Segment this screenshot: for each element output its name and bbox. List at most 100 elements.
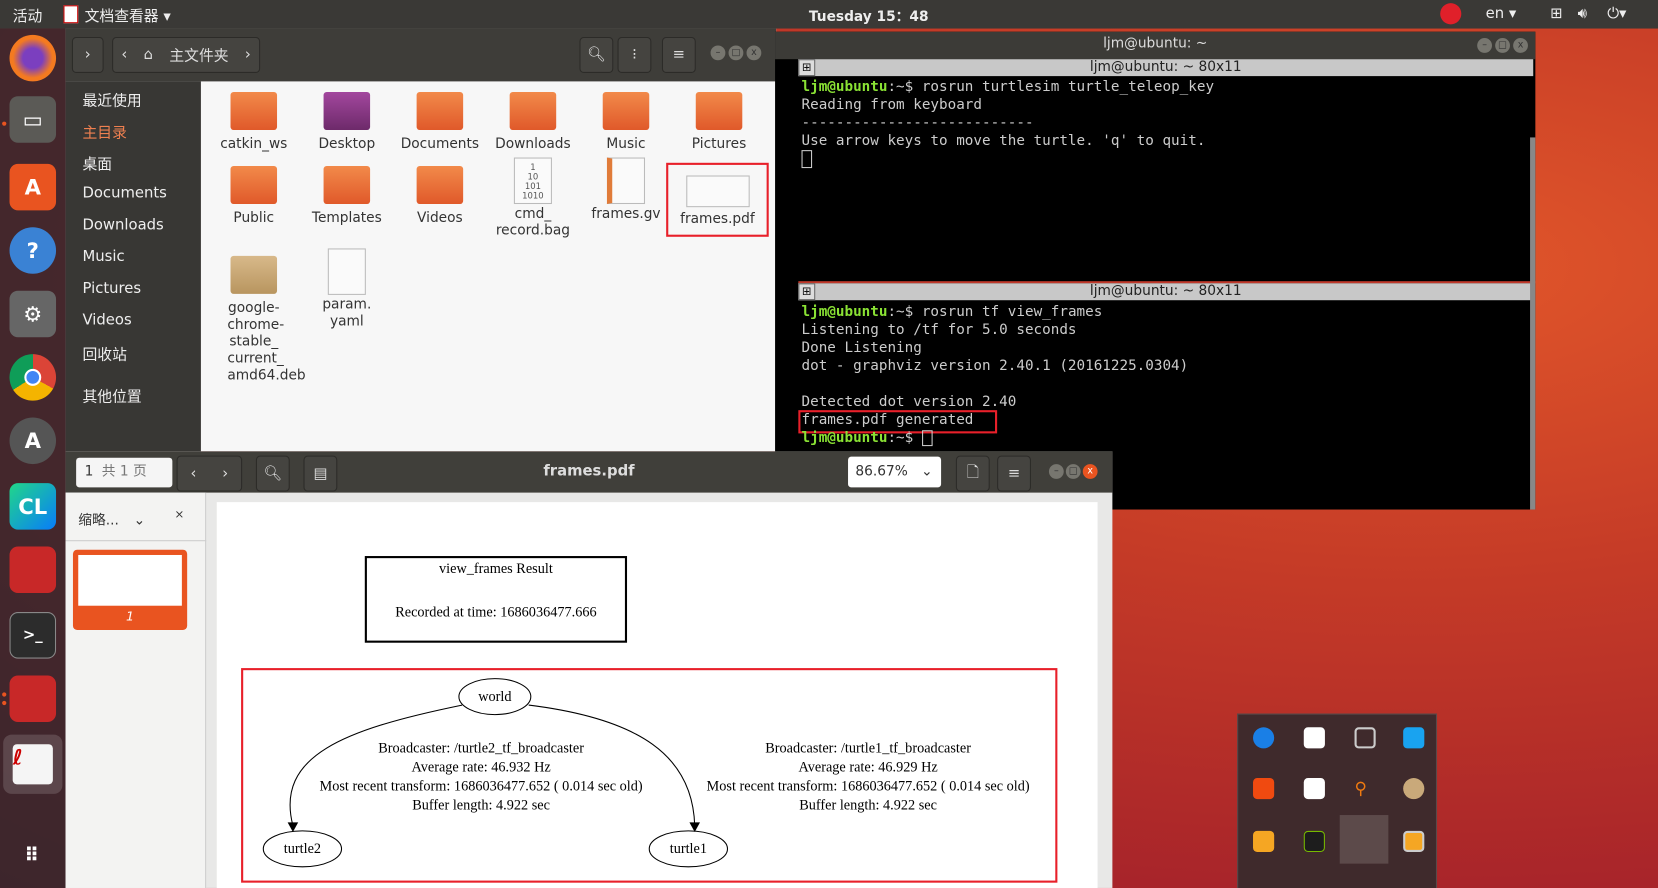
clock[interactable]: Tuesday 15：48 xyxy=(809,5,929,26)
screen-share-icon[interactable] xyxy=(1354,727,1376,749)
file-item[interactable]: google- chrome- stable_ current_ amd64.d… xyxy=(211,255,306,385)
sidebar-item-downloads[interactable]: Downloads xyxy=(82,217,163,234)
sidebar-item-pictures[interactable]: Pictures xyxy=(82,280,141,297)
terminator-icon-2[interactable] xyxy=(9,675,57,722)
viewer-header: 1共 1 页 ‹ › 🔍︎ ▤ frames.pdf 86.67% ⌄ 🗋 ≡ – … xyxy=(65,451,1113,493)
file-item[interactable]: Documents xyxy=(398,91,483,153)
app-icon[interactable] xyxy=(1253,778,1275,800)
bluetooth-icon[interactable] xyxy=(1253,727,1275,749)
view-toggle-button[interactable]: ⁝ xyxy=(617,36,652,73)
file-item[interactable]: Desktop xyxy=(305,91,390,153)
sidebar-item-videos[interactable]: Videos xyxy=(82,312,131,329)
app-icon[interactable] xyxy=(1303,778,1325,800)
sidebar-mode-select[interactable]: 缩略... ⌄ xyxy=(78,508,145,529)
volume-icon[interactable]: 🔊︎ xyxy=(1578,5,1587,22)
file-item[interactable]: Public xyxy=(211,165,296,227)
pane-menu-icon[interactable]: ⊞ xyxy=(798,59,816,77)
app-icon[interactable] xyxy=(1403,778,1425,800)
sidebar-item-documents[interactable]: Documents xyxy=(82,185,166,202)
app-menu[interactable]: 文档查看器 ▾ xyxy=(85,5,171,26)
document-properties-button[interactable]: 🗋 xyxy=(955,455,990,492)
terminal-line: Done Listening xyxy=(801,339,922,357)
file-item[interactable]: Pictures xyxy=(677,91,762,153)
sidebar-close-button[interactable]: × xyxy=(174,507,184,521)
pdf-page: view_frames Result Recorded at time: 168… xyxy=(216,502,1098,888)
close-button[interactable]: x xyxy=(1513,38,1528,53)
power-icon[interactable]: ⏻▾ xyxy=(1607,5,1626,22)
feedback-icon[interactable] xyxy=(1403,727,1425,749)
sidebar-item-other-locations[interactable]: 其他位置 xyxy=(82,386,141,407)
file-item[interactable]: Downloads xyxy=(491,91,576,153)
file-item[interactable]: 1 10 101 1010 cmd_ record.bag xyxy=(491,157,576,240)
files-icon[interactable]: ▭ xyxy=(9,96,57,143)
page-thumbnail[interactable]: 1 xyxy=(72,549,188,631)
terminal-icon[interactable]: >_ xyxy=(9,612,57,659)
settings-icon[interactable]: ⚙ xyxy=(9,290,57,338)
terminal-line: Use arrow keys to move the turtle. 'q' t… xyxy=(801,132,1206,150)
window-icon[interactable] xyxy=(1403,830,1425,853)
document-viewer-icon[interactable]: ℓ xyxy=(3,734,63,794)
sidebar-item-trash[interactable]: 回收站 xyxy=(82,344,126,365)
close-button[interactable]: x xyxy=(1082,464,1098,479)
file-item[interactable]: param. yaml xyxy=(305,248,390,330)
minimize-button[interactable]: – xyxy=(1477,38,1492,53)
forward-button[interactable]: › xyxy=(71,36,104,73)
sidebar-item-music[interactable]: Music xyxy=(82,248,124,265)
node-label: turtle1 xyxy=(669,840,708,857)
bookmark-icon[interactable] xyxy=(1339,815,1389,864)
sidebar-item-recent[interactable]: 最近使用 xyxy=(82,90,141,111)
search-button[interactable]: 🔍︎ xyxy=(579,36,614,73)
file-item[interactable]: frames.gv xyxy=(584,157,669,224)
menu-button[interactable]: ≡ xyxy=(661,36,696,73)
minimize-button[interactable]: – xyxy=(710,45,726,61)
shield-icon[interactable] xyxy=(1253,830,1275,853)
show-applications-icon[interactable]: ⠿ xyxy=(10,832,57,879)
activities-button[interactable]: 活动 xyxy=(13,5,43,26)
tf-graph xyxy=(262,678,729,868)
page-nav-buttons[interactable]: ‹ › xyxy=(176,455,243,492)
menu-button[interactable]: ≡ xyxy=(997,455,1031,492)
scrollbar[interactable] xyxy=(1530,137,1536,510)
terminal-line: ljm@ubuntu:~$ rosrun turtlesim turtle_te… xyxy=(801,78,1215,96)
sidebar-item-home[interactable]: 主目录 xyxy=(82,122,126,143)
cursor xyxy=(801,150,813,169)
sidebar-item-desktop[interactable]: 桌面 xyxy=(82,153,112,174)
chrome-icon[interactable] xyxy=(9,354,57,401)
file-item-frames-pdf[interactable]: frames.pdf xyxy=(666,162,769,237)
minimize-button[interactable]: – xyxy=(1048,464,1064,479)
maximize-button[interactable]: □ xyxy=(1065,464,1081,479)
file-item[interactable]: catkin_ws xyxy=(211,91,296,153)
path-bar[interactable]: ‹ ⌂ 主文件夹 › xyxy=(112,36,261,73)
do-not-disturb-icon[interactable] xyxy=(1440,3,1462,25)
ubuntu-software-icon[interactable]: A xyxy=(9,163,57,211)
close-button[interactable]: x xyxy=(746,45,762,61)
zoom-select[interactable]: 86.67% ⌄ xyxy=(848,456,942,488)
next-page[interactable]: › xyxy=(222,465,228,482)
nvidia-icon[interactable] xyxy=(1303,830,1325,853)
maximize-button[interactable]: □ xyxy=(728,45,744,61)
file-item[interactable]: Music xyxy=(584,91,669,153)
terminator-icon[interactable] xyxy=(9,546,57,594)
software-updater-icon[interactable]: A xyxy=(9,417,57,465)
security-warning-icon[interactable] xyxy=(1303,727,1325,749)
search-button[interactable]: 🔍︎ xyxy=(255,455,290,492)
firefox-icon[interactable] xyxy=(9,34,57,82)
terminal-line: Listening to /tf for 5.0 seconds xyxy=(801,321,1077,339)
terminal-line: Detected dot version 2.40 xyxy=(801,393,1017,411)
thumbnail-sidebar: 缩略... ⌄ × 1 xyxy=(65,492,207,888)
dock: ▭ A ? ⚙ A CL >_ ℓ ⠿ xyxy=(0,28,66,888)
pane-menu-icon[interactable]: ⊞ xyxy=(798,283,816,301)
annotations-button[interactable]: ▤ xyxy=(303,455,338,492)
network-icon[interactable]: ⊞ xyxy=(1550,5,1562,22)
file-item[interactable]: Templates xyxy=(305,165,390,227)
page-entry[interactable]: 1共 1 页 xyxy=(76,457,173,488)
document-viewer-window: 1共 1 页 ‹ › 🔍︎ ▤ frames.pdf 86.67% ⌄ 🗋 ≡ – … xyxy=(65,451,1113,888)
clion-icon[interactable]: CL xyxy=(9,483,57,530)
file-item[interactable]: Videos xyxy=(398,165,483,227)
maximize-button[interactable]: □ xyxy=(1495,38,1510,53)
prev-page[interactable]: ‹ xyxy=(191,465,197,482)
language-selector[interactable]: en ▾ xyxy=(1486,5,1517,22)
location-crumb[interactable]: 主文件夹 xyxy=(169,44,228,65)
search-tool-icon[interactable]: ⚲ xyxy=(1355,778,1376,799)
help-icon[interactable]: ? xyxy=(9,227,57,274)
